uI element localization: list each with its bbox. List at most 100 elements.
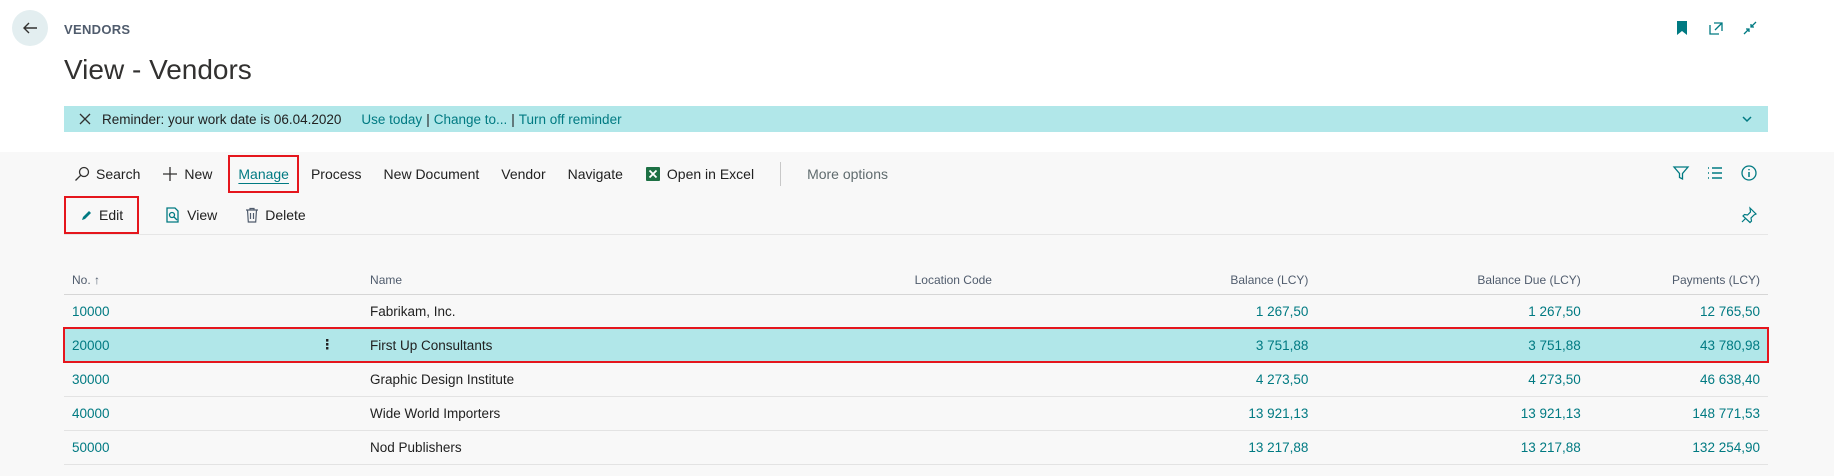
vendor-name-cell: Nod Publishers — [362, 430, 907, 465]
vendor-no-cell[interactable]: 10000 — [64, 294, 313, 329]
balance-due-cell[interactable]: 4 273,50 — [1316, 362, 1589, 397]
bookmark-icon[interactable] — [1674, 20, 1690, 36]
vendor-name-cell: Graphic Design Institute — [362, 362, 907, 397]
plus-icon — [163, 167, 178, 181]
page-caption: VENDORS — [64, 22, 131, 37]
new-label: New — [184, 166, 213, 182]
column-header-balance[interactable]: Balance (LCY) — [1085, 266, 1317, 295]
vendor-name-cell: Wide World Importers — [362, 396, 907, 431]
row-menu-cell — [312, 294, 363, 329]
payments-cell[interactable]: 132 254,90 — [1588, 430, 1768, 465]
row-menu-cell — [312, 396, 363, 431]
location-code-cell — [906, 328, 1086, 363]
page-header: VENDORS View - Vendors Reminder: your wo… — [0, 0, 1834, 152]
tab-manage[interactable]: Manage — [228, 155, 299, 193]
page-tools — [1674, 20, 1758, 36]
collapse-icon[interactable] — [1742, 20, 1758, 36]
balance-due-cell[interactable]: 13 921,13 — [1316, 396, 1589, 431]
manage-actions: Edit View Delete — [63, 196, 334, 234]
row-menu-cell — [312, 362, 363, 397]
balance-due-cell[interactable]: 13 217,88 — [1316, 430, 1589, 465]
column-header-spacer — [312, 266, 363, 295]
list-tools — [1672, 164, 1758, 182]
vendor-no-cell[interactable]: 30000 — [64, 362, 313, 397]
balance-due-cell[interactable]: 3 751,88 — [1316, 328, 1589, 363]
open-in-excel-button[interactable]: Open in Excel — [645, 160, 754, 188]
location-code-cell — [906, 430, 1086, 465]
new-button[interactable]: New — [162, 160, 212, 188]
reminder-text: Reminder: your work date is 06.04.2020 — [102, 111, 342, 127]
table-row[interactable]: 10000 Fabrikam, Inc. 1 267,50 1 267,50 1… — [64, 294, 1768, 329]
turn-off-reminder-link[interactable]: Turn off reminder — [519, 112, 622, 127]
balance-cell[interactable]: 13 921,13 — [1085, 396, 1317, 431]
column-header-balance-due[interactable]: Balance Due (LCY) — [1316, 266, 1589, 295]
filter-icon[interactable] — [1672, 164, 1690, 182]
table-row[interactable]: 40000 Wide World Importers 13 921,13 13 … — [64, 396, 1768, 431]
balance-cell[interactable]: 3 751,88 — [1085, 328, 1317, 363]
vendor-no-cell[interactable]: 20000 — [64, 328, 313, 363]
more-options-button[interactable]: More options — [807, 160, 888, 188]
excel-icon — [645, 167, 660, 181]
info-icon[interactable] — [1740, 164, 1758, 182]
change-to-link[interactable]: Change to... — [434, 112, 508, 127]
pin-icon[interactable] — [1740, 206, 1758, 224]
close-icon[interactable] — [78, 112, 92, 126]
vendor-no-cell[interactable]: 50000 — [64, 430, 313, 465]
divider — [64, 234, 1768, 235]
open-in-excel-label: Open in Excel — [666, 166, 755, 182]
search-icon — [75, 166, 90, 181]
tab-new-document[interactable]: New Document — [384, 160, 480, 188]
edit-label: Edit — [99, 207, 124, 223]
list-view-icon[interactable] — [1706, 164, 1724, 182]
table-row[interactable]: 50000 Nod Publishers 13 217,88 13 217,88… — [64, 430, 1768, 465]
location-code-cell — [906, 294, 1086, 329]
use-today-link[interactable]: Use today — [361, 112, 422, 127]
row-menu-button[interactable]: ⋮ — [312, 328, 363, 363]
arrow-left-icon — [23, 22, 37, 34]
payments-cell[interactable]: 12 765,50 — [1588, 294, 1768, 329]
view-button[interactable]: View — [165, 207, 217, 223]
separator: | — [511, 111, 515, 127]
column-header-payments[interactable]: Payments (LCY) — [1588, 266, 1768, 295]
balance-cell[interactable]: 1 267,50 — [1085, 294, 1317, 329]
vendor-name-cell: Fabrikam, Inc. — [362, 294, 907, 329]
toolbar-divider — [780, 162, 782, 186]
column-header-no[interactable]: No. ↑ — [64, 266, 313, 295]
edit-button[interactable]: Edit — [63, 196, 140, 234]
delete-button[interactable]: Delete — [245, 207, 306, 223]
vendors-table: No. ↑ Name Location Code Balance (LCY) B… — [63, 266, 1769, 465]
location-code-cell — [906, 396, 1086, 431]
tab-vendor[interactable]: Vendor — [501, 160, 545, 188]
back-button[interactable] — [12, 10, 48, 46]
balance-due-cell[interactable]: 1 267,50 — [1316, 294, 1589, 329]
action-bar: Search New Manage Process New Document V… — [64, 155, 910, 193]
balance-cell[interactable]: 13 217,88 — [1085, 430, 1317, 465]
separator: | — [426, 111, 430, 127]
vendor-no-cell[interactable]: 40000 — [64, 396, 313, 431]
pencil-icon — [82, 210, 91, 220]
table-row[interactable]: 30000 Graphic Design Institute 4 273,50 … — [64, 362, 1768, 397]
page-title: View - Vendors — [64, 54, 252, 85]
payments-cell[interactable]: 43 780,98 — [1588, 328, 1768, 363]
vendor-name-cell: First Up Consultants — [362, 328, 907, 363]
view-icon — [166, 207, 179, 223]
chevron-down-icon[interactable] — [1740, 112, 1754, 126]
view-label: View — [187, 207, 218, 223]
search-button[interactable]: Search — [74, 160, 140, 188]
location-code-cell — [906, 362, 1086, 397]
payments-cell[interactable]: 148 771,53 — [1588, 396, 1768, 431]
search-label: Search — [96, 166, 141, 182]
column-header-location-code[interactable]: Location Code — [906, 266, 1086, 295]
payments-cell[interactable]: 46 638,40 — [1588, 362, 1768, 397]
trash-icon — [246, 207, 259, 223]
balance-cell[interactable]: 4 273,50 — [1085, 362, 1317, 397]
tab-navigate[interactable]: Navigate — [568, 160, 623, 188]
delete-label: Delete — [265, 207, 306, 223]
column-header-name[interactable]: Name — [362, 266, 907, 295]
table-row-selected[interactable]: 20000 ⋮ First Up Consultants 3 751,88 3 … — [63, 327, 1769, 363]
table-header-row: No. ↑ Name Location Code Balance (LCY) B… — [64, 266, 1768, 295]
work-date-reminder: Reminder: your work date is 06.04.2020 U… — [64, 106, 1768, 132]
row-menu-cell — [312, 430, 363, 465]
open-new-window-icon[interactable] — [1708, 20, 1724, 36]
tab-process[interactable]: Process — [311, 160, 362, 188]
